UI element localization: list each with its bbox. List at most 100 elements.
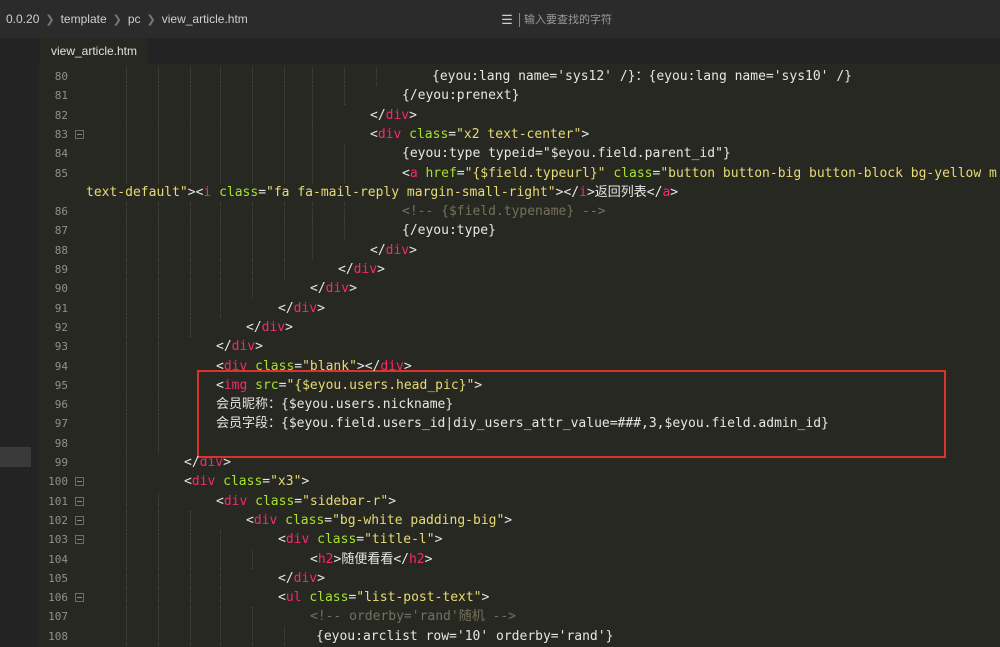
code-text: <div class="sidebar-r"> (216, 492, 396, 511)
indent-guide (126, 491, 127, 511)
code-editor[interactable]: 80 {eyou:lang name='sys12' /}：{eyou:lang … (38, 64, 1000, 647)
code-line[interactable]: 94 <div class="blank"></div> (38, 356, 1000, 376)
indent-guide (158, 240, 159, 260)
code-line[interactable]: 85 <a href="{$field.typeurl}" class="butt… (38, 163, 1000, 183)
code-token: "blank" (302, 358, 357, 374)
code-line[interactable]: 96 会员昵称：{$eyou.users.nickname} (38, 395, 1000, 415)
fold-toggle-icon[interactable] (75, 535, 84, 545)
code-token: class (285, 512, 325, 528)
indent-guide (252, 607, 253, 627)
indent-guide (344, 163, 345, 183)
code-token: > (349, 281, 357, 297)
indent-guide (158, 163, 159, 183)
fold-toggle-icon[interactable] (75, 593, 84, 603)
code-token: div (231, 339, 256, 355)
code-line[interactable]: 100 <div class="x3"> (38, 472, 1000, 492)
breadcrumb-item-file[interactable]: view_article.htm (156, 12, 254, 26)
code-line[interactable]: 84 {eyou:type typeid="$eyou.field.parent_… (38, 144, 1000, 164)
code-line[interactable]: 91 </div> (38, 298, 1000, 318)
code-line[interactable]: 83 <div class="x2 text-center"> (38, 124, 1000, 144)
code-line[interactable]: 98 (38, 433, 1000, 453)
code-text: <div class="x3"> (184, 472, 309, 491)
code-token: </ (393, 551, 409, 567)
tab-view-article[interactable]: view_article.htm (40, 38, 148, 64)
code-line[interactable]: 107 <!-- orderby='rand'随机 --> (38, 607, 1000, 627)
line-number: 104 (48, 552, 68, 566)
code-line[interactable]: 99 </div> (38, 453, 1000, 472)
search-icon[interactable]: ☰ (497, 10, 517, 30)
indent-guide (126, 510, 127, 530)
code-line[interactable]: 95 <img src="{$eyou.users.head_pic}"> (38, 375, 1000, 395)
fold-toggle-icon[interactable] (75, 515, 84, 525)
code-token: "{$field.typeurl}" (464, 165, 606, 181)
code-line[interactable]: 101 <div class="sidebar-r"> (38, 491, 1000, 511)
indent-guide (158, 626, 159, 646)
indent-guide (312, 105, 313, 125)
fold-toggle-icon[interactable] (75, 496, 84, 506)
line-number: 106 (48, 591, 68, 605)
code-token: = (262, 474, 271, 490)
indent-guide (312, 202, 313, 222)
code-token: > (388, 493, 397, 509)
code-line[interactable]: text-default"><i class="fa fa-mail-reply… (38, 183, 1000, 202)
code-token: "bg-white padding-big" (332, 512, 505, 528)
code-line[interactable]: 90 </div> (38, 279, 1000, 299)
code-line[interactable]: 103 <div class="title-l"> (38, 530, 1000, 550)
indent-guide (190, 510, 191, 530)
code-token: </ (563, 184, 580, 200)
line-number: 103 (48, 533, 68, 547)
code-token: "sidebar-r" (302, 493, 389, 509)
code-token: > (434, 532, 443, 548)
breadcrumb-item-pc[interactable]: pc (122, 12, 147, 26)
indent-guide (220, 124, 221, 144)
indent-guide (126, 626, 127, 646)
code-line[interactable]: 92 </div> (38, 317, 1000, 337)
indent-guide (158, 491, 159, 511)
code-token: div (353, 262, 378, 277)
code-line[interactable]: 89 </div> (38, 260, 1000, 279)
code-line[interactable]: 93 </div> (38, 337, 1000, 357)
indent-guide (158, 144, 159, 164)
indent-guide (190, 607, 191, 627)
code-line[interactable]: 82 </div> (38, 105, 1000, 125)
left-sidebar (0, 38, 38, 647)
indent-guide (252, 124, 253, 144)
code-line[interactable]: 105 </div> (38, 568, 1000, 588)
breadcrumb-item-root[interactable]: 0.0.20 (0, 12, 45, 26)
code-token: "x2 text-center" (456, 126, 582, 142)
code-token: > (317, 570, 325, 586)
code-line[interactable]: 87 {/eyou:type} (38, 221, 1000, 241)
code-text: {eyou:type typeid="$eyou.field.parent_id… (402, 144, 731, 163)
code-text: </div> (278, 569, 325, 588)
code-line[interactable]: 102 <div class="bg-white padding-big"> (38, 510, 1000, 530)
code-token: {eyou:type typeid="$eyou.field.parent_id… (402, 146, 731, 162)
code-line[interactable]: 104 <h2>随便看看</h2> (38, 549, 1000, 569)
code-token: > (301, 474, 310, 490)
fold-toggle-icon[interactable] (75, 477, 84, 487)
indent-guide (158, 433, 159, 453)
fold-toggle-icon[interactable] (75, 129, 84, 139)
code-token: < (216, 377, 224, 393)
indent-guide (158, 375, 159, 395)
sidebar-selected-item[interactable] (0, 447, 31, 467)
code-line[interactable]: 80 {eyou:lang name='sys12' /}：{eyou:lang … (38, 67, 1000, 86)
line-number: 99 (54, 456, 68, 469)
indent-guide (220, 626, 221, 646)
code-line[interactable]: 97 会员字段：{$eyou.field.users_id|diy_users_a… (38, 414, 1000, 434)
code-token: < (216, 358, 224, 374)
code-token: 会员昵称：{$eyou.users.nickname} (216, 397, 454, 413)
indent-guide (158, 530, 159, 550)
code-line[interactable]: 106 <ul class="list-post-text"> (38, 588, 1000, 608)
code-line[interactable]: 88 </div> (38, 240, 1000, 260)
code-token: div (285, 532, 310, 548)
indent-guide (190, 240, 191, 260)
breadcrumb-item-template[interactable]: template (55, 12, 113, 26)
code-line[interactable]: 81 {/eyou:prenext} (38, 86, 1000, 106)
code-token: > (504, 512, 513, 528)
code-line[interactable]: 86 <!-- {$field.typename} --> (38, 202, 1000, 222)
search-input[interactable] (524, 13, 944, 26)
code-token: 返回列表 (594, 184, 647, 200)
code-line[interactable]: 108 {eyou:arclist row='10' orderby='rand'… (38, 626, 1000, 646)
